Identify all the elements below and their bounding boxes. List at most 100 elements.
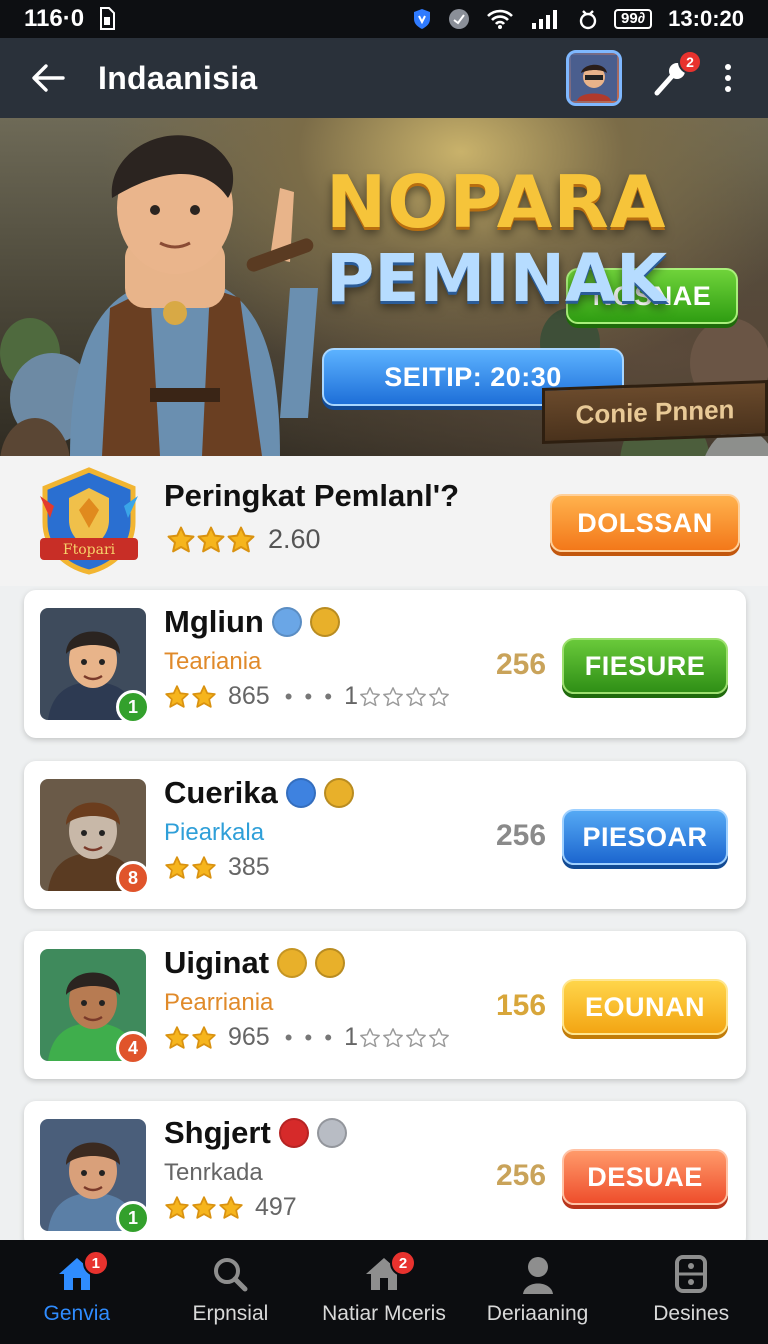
nav-label: Erpnsial bbox=[192, 1302, 269, 1325]
player-stars: 385 bbox=[164, 853, 270, 882]
nav-badge: 2 bbox=[389, 1250, 416, 1276]
player-extra: 1 bbox=[344, 1023, 358, 1051]
back-button[interactable] bbox=[24, 54, 72, 102]
player-stars: 497 bbox=[164, 1193, 297, 1222]
app-bar: Indaanisia 2 bbox=[0, 38, 768, 118]
star-icon bbox=[191, 855, 217, 881]
sim-card-icon bbox=[98, 7, 116, 31]
avatar-face-icon bbox=[571, 55, 617, 101]
search-icon bbox=[209, 1254, 251, 1294]
player-stars: 965 • • • 1 bbox=[164, 1023, 450, 1052]
event-banner[interactable]: NOSNAE NOPARA PEMINAK SEITIP: 20:30 Coni… bbox=[0, 118, 768, 456]
player-name-row: Uiginat bbox=[164, 945, 346, 981]
settings-icon bbox=[670, 1254, 712, 1294]
mic-button[interactable]: 2 bbox=[648, 50, 702, 100]
player-subtitle: Piearkala bbox=[164, 819, 265, 846]
red-record-icon bbox=[278, 1118, 309, 1148]
star-icon bbox=[191, 684, 217, 710]
profile-avatar-button[interactable] bbox=[566, 50, 622, 106]
rating-score: 2.60 bbox=[268, 524, 321, 554]
gold-coin-icon bbox=[309, 607, 340, 637]
rating-title: Peringkat Pemlanl'? bbox=[164, 478, 460, 513]
nav-badge: 1 bbox=[82, 1250, 109, 1276]
more-menu-icon[interactable] bbox=[718, 60, 738, 96]
player-action-button[interactable]: FIESURE bbox=[562, 638, 728, 694]
blue-gem-icon bbox=[285, 778, 316, 808]
player-name: Uiginat bbox=[164, 945, 270, 980]
banner-sign: Conie Pnnen bbox=[542, 380, 768, 444]
player-name-row: Mgliun bbox=[164, 604, 340, 640]
status-bar: 116·0 99∂ 13:0:20 bbox=[0, 0, 768, 38]
wifi-icon bbox=[486, 8, 514, 30]
blue-crystal-icon bbox=[271, 607, 302, 637]
empty-star-icon bbox=[359, 1027, 381, 1049]
status-time: 13:0:20 bbox=[668, 6, 744, 31]
emblem-text: Ftopari bbox=[63, 542, 116, 558]
rank-emblem-icon: Ftopari bbox=[40, 467, 138, 575]
empty-star-icon bbox=[359, 686, 381, 708]
gold-coin-icon bbox=[277, 948, 308, 978]
bottom-navigation: 1 Genvia Erpnsial 2 Natiar Mceris Deriaa… bbox=[0, 1240, 768, 1344]
rank-badge: 4 bbox=[116, 1031, 150, 1065]
player-action-button[interactable]: EOUNAN bbox=[562, 979, 728, 1035]
nav-item[interactable]: Desines bbox=[614, 1240, 768, 1344]
player-name: Shgjert bbox=[164, 1115, 271, 1150]
nav-item[interactable]: 1 Genvia bbox=[0, 1240, 154, 1344]
app-icon bbox=[448, 8, 470, 30]
star-icon bbox=[166, 525, 196, 555]
rating-star-icons bbox=[166, 525, 256, 555]
star-icon bbox=[191, 1025, 217, 1051]
nav-item[interactable]: 2 Natiar Mceris bbox=[307, 1240, 461, 1344]
rank-badge: 1 bbox=[116, 690, 150, 724]
nav-label: Desines bbox=[653, 1302, 730, 1325]
player-score: 156 bbox=[496, 989, 547, 1022]
hero-character-illustration bbox=[70, 135, 318, 456]
banner-title-line1: NOPARA bbox=[326, 160, 667, 244]
player-name-row: Cuerika bbox=[164, 775, 354, 811]
page-title: Indaanisia bbox=[98, 59, 258, 96]
player-extra: 1 bbox=[344, 682, 358, 710]
gold-coin-icon bbox=[315, 948, 346, 978]
dolssan-button[interactable]: DOLSSAN bbox=[550, 494, 740, 552]
banner-title-line2: PEMINAK bbox=[326, 240, 668, 317]
mic-badge: 2 bbox=[678, 50, 702, 74]
player-count: 865 bbox=[228, 682, 270, 710]
gold-coin-icon bbox=[323, 778, 354, 808]
player-card[interactable]: 1 Mgliun Teariania 865 • • • 1 256 FIESUR… bbox=[24, 590, 746, 738]
signal-icon bbox=[530, 7, 562, 31]
player-action-button[interactable]: DESUAE bbox=[562, 1149, 728, 1205]
person-icon bbox=[517, 1254, 559, 1294]
player-count: 497 bbox=[255, 1193, 297, 1221]
star-icon bbox=[164, 1025, 190, 1051]
status-left-text: 116·0 bbox=[24, 5, 85, 32]
star-icon bbox=[218, 1195, 244, 1221]
empty-star-icon bbox=[382, 1027, 404, 1049]
player-score: 256 bbox=[496, 1159, 547, 1192]
screen: 116·0 99∂ 13:0:20 Indaanisia 2 NOSNAE NO… bbox=[0, 0, 768, 1344]
empty-star-icon bbox=[428, 686, 450, 708]
player-card[interactable]: 4 Uiginat Pearriania 965 • • • 1 156 EOUN… bbox=[24, 931, 746, 1079]
rank-badge: 1 bbox=[116, 1201, 150, 1235]
rating-stars: 2.60 bbox=[166, 524, 321, 555]
star-icon bbox=[164, 684, 190, 710]
player-stars: 865 • • • 1 bbox=[164, 682, 450, 711]
star-icon bbox=[191, 1195, 217, 1221]
player-name-row: Shgjert bbox=[164, 1115, 347, 1151]
nav-label: Genvia bbox=[43, 1302, 111, 1325]
silver-coin-icon bbox=[316, 1118, 347, 1148]
player-action-button[interactable]: PIESOAR bbox=[562, 809, 728, 865]
shield-icon bbox=[412, 8, 432, 30]
player-score: 256 bbox=[496, 819, 547, 852]
nav-item[interactable]: Deriaaning bbox=[461, 1240, 615, 1344]
player-name: Cuerika bbox=[164, 775, 278, 810]
star-icon bbox=[164, 1195, 190, 1221]
star-icon bbox=[196, 525, 226, 555]
nav-item[interactable]: Erpnsial bbox=[154, 1240, 308, 1344]
player-card[interactable]: 1 Shgjert Tenrkada 497 256 DESUAE bbox=[24, 1101, 746, 1249]
empty-star-icon bbox=[428, 1027, 450, 1049]
arrow-left-icon bbox=[32, 64, 65, 92]
alarm-icon bbox=[578, 7, 598, 31]
player-card[interactable]: 8 Cuerika Piearkala 385 256 PIESOAR bbox=[24, 761, 746, 909]
star-icon bbox=[164, 855, 190, 881]
nav-label: Deriaaning bbox=[486, 1302, 589, 1325]
